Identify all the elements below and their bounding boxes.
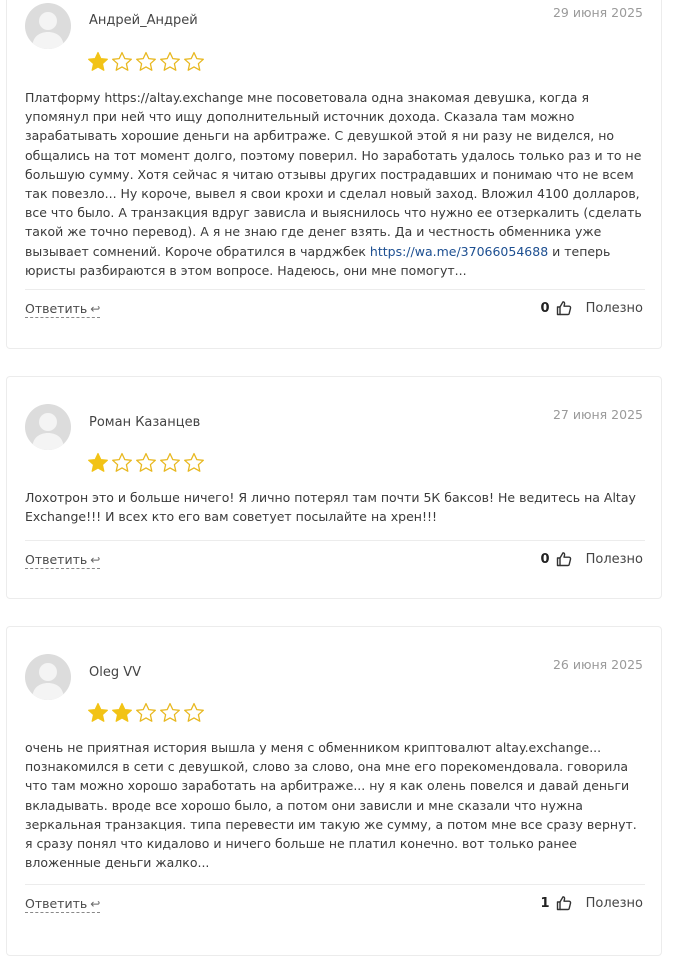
helpful-vote: 0 Полезно bbox=[541, 300, 643, 316]
star-filled-icon bbox=[88, 702, 108, 722]
review-text: Платформу https://altay.exchange мне пос… bbox=[25, 88, 647, 280]
star-empty-icon bbox=[184, 702, 204, 722]
review-date: 29 июня 2025 bbox=[552, 5, 643, 20]
helpful-count: 0 bbox=[540, 300, 550, 316]
helpful-vote: 0 Полезно bbox=[541, 551, 643, 567]
star-empty-icon bbox=[136, 51, 156, 71]
review-card: Роман Казанцев 27 июня 2025 Лохотрон это… bbox=[6, 376, 662, 599]
review-author: Oleg VV bbox=[89, 665, 142, 680]
star-empty-icon bbox=[160, 452, 180, 472]
review-date: 27 июня 2025 bbox=[552, 407, 643, 422]
star-empty-icon bbox=[160, 51, 180, 71]
review-author: Роман Казанцев bbox=[89, 415, 201, 430]
avatar bbox=[25, 3, 71, 49]
review-text: очень не приятная история вышла у меня с… bbox=[25, 740, 637, 871]
helpful-count: 0 bbox=[540, 551, 550, 567]
review-text-part: Платформу https://altay.exchange мне пос… bbox=[25, 90, 642, 259]
star-empty-icon bbox=[112, 452, 132, 472]
avatar bbox=[25, 654, 71, 700]
reply-label: Ответить bbox=[25, 552, 88, 567]
review-text: Лохотрон это и больше ничего! Я лично по… bbox=[25, 490, 636, 525]
star-rating bbox=[87, 452, 205, 473]
thumbs-up-icon[interactable] bbox=[556, 895, 572, 911]
reply-arrow-icon: ↩ bbox=[90, 553, 101, 567]
star-filled-icon bbox=[88, 51, 108, 71]
whatsapp-link[interactable]: https://wa.me/37066054688 bbox=[370, 244, 548, 259]
user-silhouette-icon bbox=[32, 663, 64, 700]
reply-label: Ответить bbox=[25, 301, 88, 316]
review-author: Андрей_Андрей bbox=[89, 13, 198, 28]
helpful-label: Полезно bbox=[585, 895, 643, 911]
avatar bbox=[25, 404, 71, 450]
star-rating bbox=[87, 51, 205, 72]
user-silhouette-icon bbox=[32, 12, 64, 49]
star-filled-icon bbox=[112, 702, 132, 722]
review-date: 26 июня 2025 bbox=[552, 657, 643, 672]
star-empty-icon bbox=[136, 702, 156, 722]
thumbs-up-icon[interactable] bbox=[556, 300, 572, 316]
reply-button[interactable]: Ответить ↩ bbox=[25, 301, 101, 318]
divider bbox=[25, 289, 645, 290]
reply-button[interactable]: Ответить ↩ bbox=[25, 552, 101, 569]
thumbs-up-icon[interactable] bbox=[556, 551, 572, 567]
divider bbox=[25, 884, 645, 885]
star-empty-icon bbox=[160, 702, 180, 722]
helpful-vote: 1 Полезно bbox=[541, 895, 643, 911]
reply-arrow-icon: ↩ bbox=[90, 302, 101, 316]
reply-label: Ответить bbox=[25, 896, 88, 911]
star-empty-icon bbox=[112, 51, 132, 71]
review-card: Oleg VV 26 июня 2025 очень не приятная и… bbox=[6, 626, 662, 956]
helpful-label: Полезно bbox=[585, 300, 643, 316]
divider bbox=[25, 540, 645, 541]
helpful-count: 1 bbox=[540, 895, 550, 911]
review-card: Андрей_Андрей 29 июня 2025 Платформу htt… bbox=[6, 0, 662, 349]
reply-arrow-icon: ↩ bbox=[90, 897, 101, 911]
user-silhouette-icon bbox=[32, 413, 64, 450]
star-filled-icon bbox=[88, 452, 108, 472]
star-empty-icon bbox=[184, 51, 204, 71]
star-empty-icon bbox=[184, 452, 204, 472]
helpful-label: Полезно bbox=[585, 551, 643, 567]
reply-button[interactable]: Ответить ↩ bbox=[25, 896, 101, 913]
star-empty-icon bbox=[136, 452, 156, 472]
star-rating bbox=[87, 702, 205, 723]
